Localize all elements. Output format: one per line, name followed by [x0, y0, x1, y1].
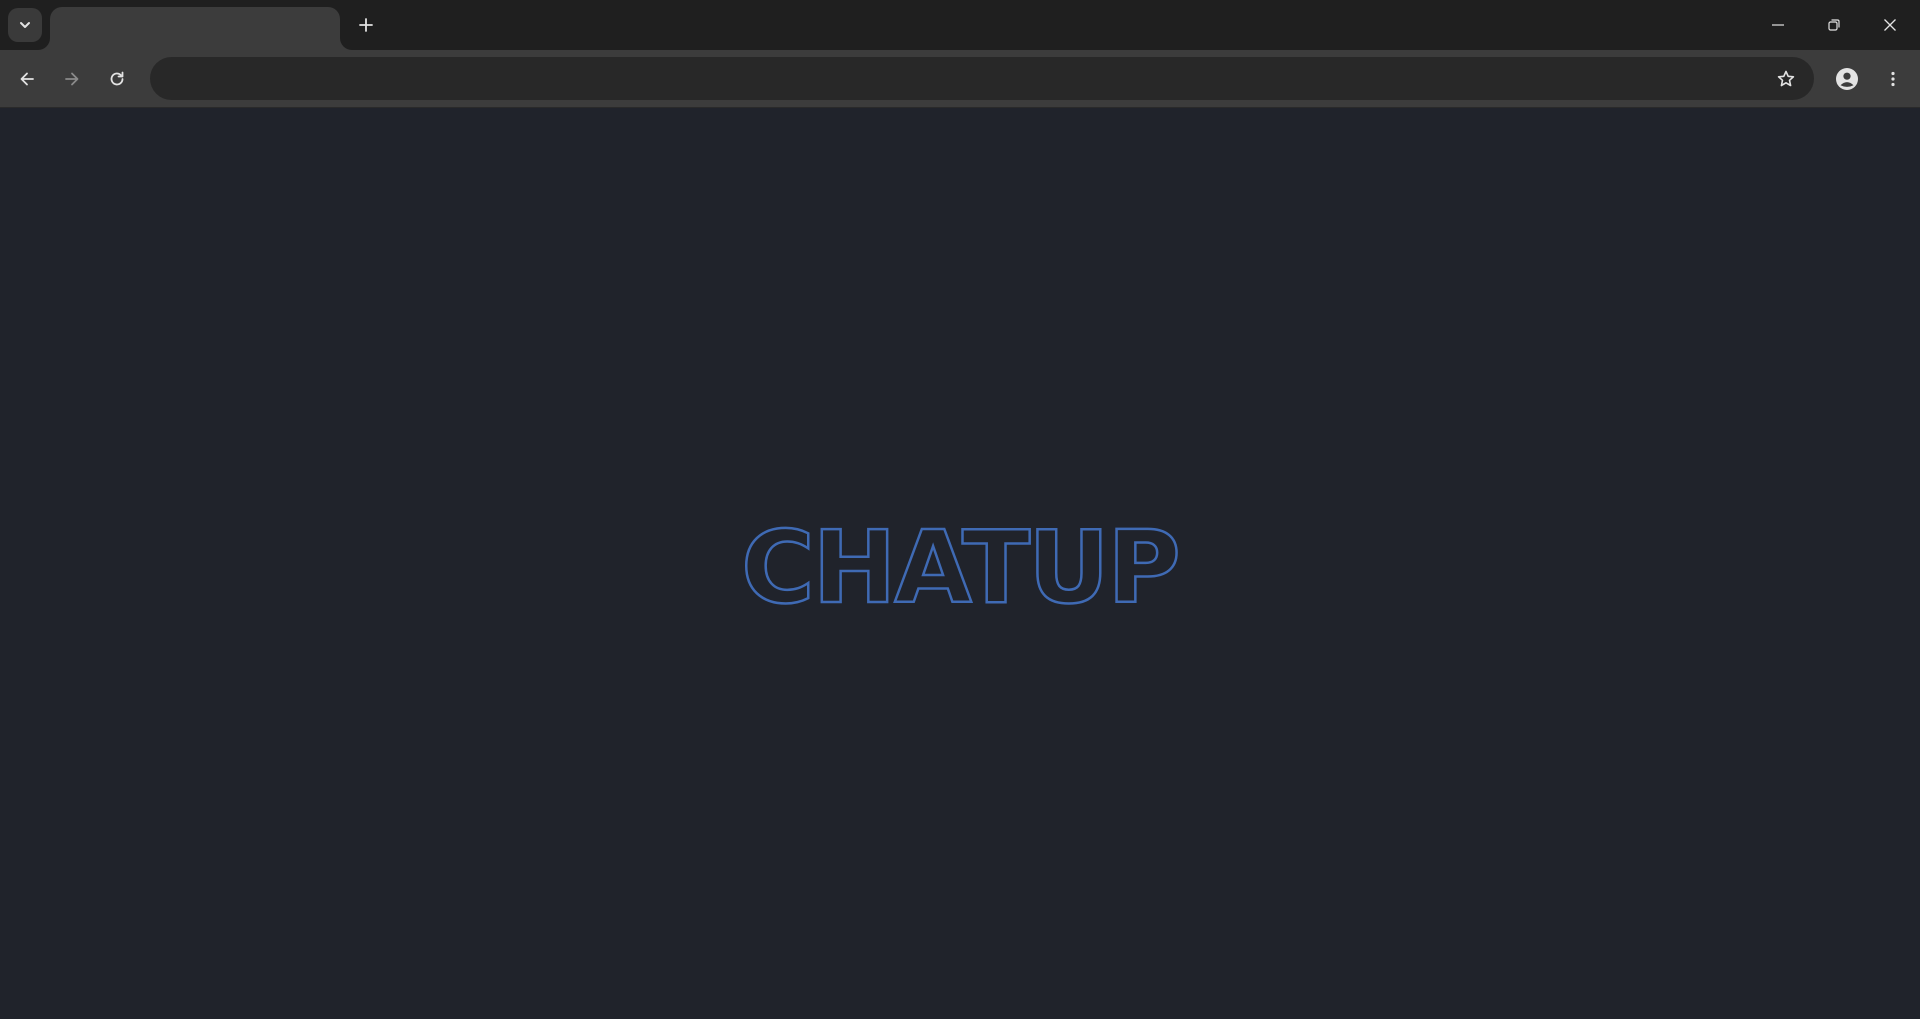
new-tab-button[interactable] [349, 8, 383, 42]
close-window-button[interactable] [1862, 0, 1918, 50]
back-button[interactable] [9, 61, 45, 97]
chevron-down-icon [20, 22, 30, 28]
logo-text: CHATUP [741, 518, 1178, 618]
star-icon [1777, 70, 1795, 87]
page-content: CHATUP [0, 109, 1920, 1019]
tab-search-button[interactable] [8, 8, 42, 42]
reload-button[interactable] [99, 61, 135, 97]
browser-menu-button[interactable] [1875, 61, 1911, 97]
close-icon [1884, 19, 1896, 31]
arrow-right-icon [65, 72, 79, 86]
browser-window: CHATUP [0, 0, 1920, 1019]
profile-button[interactable] [1829, 61, 1865, 97]
app-logo: CHATUP [0, 518, 1920, 623]
bookmark-button[interactable] [1768, 61, 1804, 97]
address-bar[interactable] [150, 57, 1814, 100]
forward-button[interactable] [54, 61, 90, 97]
browser-toolbar [0, 50, 1920, 108]
address-input[interactable] [170, 57, 1750, 100]
tab-strip [0, 0, 1920, 50]
minimize-button[interactable] [1750, 0, 1806, 50]
restore-button[interactable] [1806, 0, 1862, 50]
minimize-icon [1772, 24, 1784, 26]
active-tab[interactable] [50, 7, 340, 50]
plus-icon [359, 18, 373, 32]
arrow-left-icon [20, 72, 34, 86]
three-dots-vertical-icon [1891, 71, 1895, 87]
reload-icon [110, 71, 124, 86]
person-icon [1836, 68, 1858, 90]
restore-icon [1828, 19, 1840, 31]
